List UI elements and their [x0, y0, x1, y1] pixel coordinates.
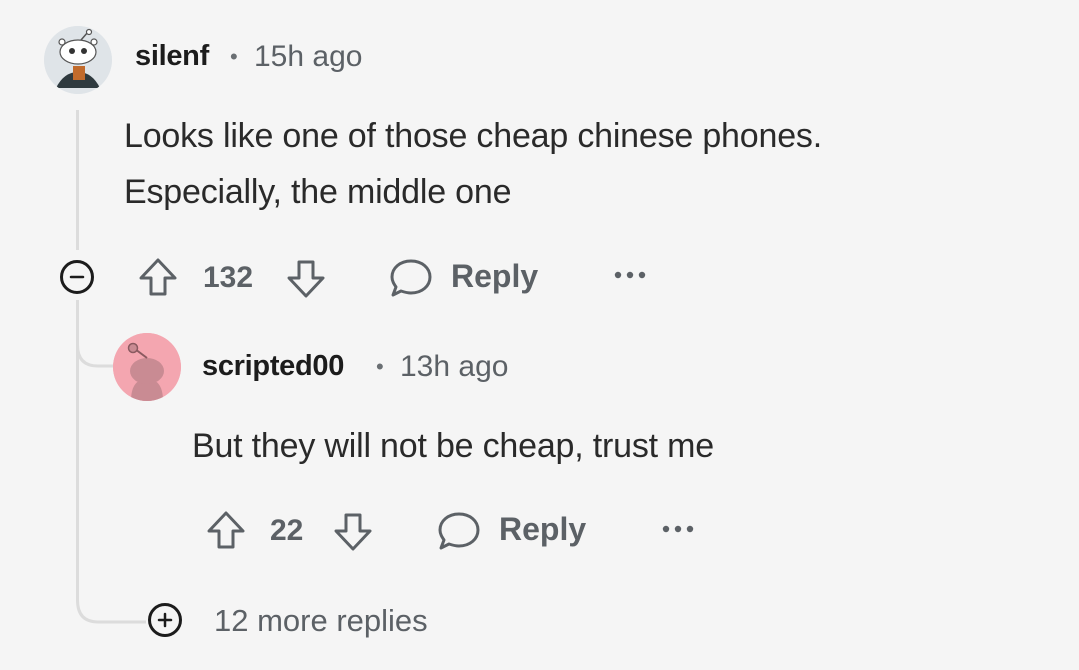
thread-branch-reply [76, 300, 116, 368]
ellipsis-icon [662, 525, 694, 533]
downvote-arrow-icon [334, 513, 372, 551]
reply-button[interactable]: Reply [388, 255, 548, 300]
expand-replies-button[interactable] [148, 603, 182, 637]
snoo-avatar-icon [44, 26, 112, 94]
reply-body: But they will not be cheap, trust me [192, 427, 714, 465]
snoo-avatar-icon [113, 333, 181, 401]
vote-count: 132 [203, 261, 254, 294]
plus-icon [157, 612, 173, 628]
upvote-arrow-icon [207, 511, 245, 549]
vote-count: 22 [270, 514, 304, 547]
comment-body-line: Looks like one of those cheap chinese ph… [124, 117, 822, 155]
downvote-arrow-icon [287, 260, 325, 298]
reply-avatar[interactable] [113, 333, 181, 401]
speech-bubble-icon [390, 259, 432, 297]
reply-label: Reply [451, 258, 539, 294]
separator-dot: • [376, 354, 384, 379]
more-replies-link[interactable]: 12 more replies [214, 603, 428, 639]
more-options-button[interactable] [610, 263, 650, 287]
upvote-button[interactable] [205, 509, 247, 551]
comment-username[interactable]: silenf [135, 40, 209, 73]
speech-bubble-icon [438, 512, 480, 550]
upvote-arrow-icon [139, 258, 177, 296]
downvote-button[interactable] [285, 258, 327, 300]
downvote-button[interactable] [332, 511, 374, 553]
reply-label: Reply [499, 511, 587, 547]
collapse-thread-button[interactable] [60, 260, 94, 294]
thread-branch-more [76, 560, 146, 624]
comment-body: Looks like one of those cheap chinese ph… [124, 108, 822, 220]
separator-dot: • [230, 44, 238, 69]
minus-icon [69, 275, 85, 279]
thread-line-main [76, 110, 79, 250]
avatar[interactable] [44, 26, 112, 94]
comment-timestamp: 15h ago [254, 40, 363, 73]
ellipsis-icon [614, 271, 646, 279]
reply-username[interactable]: scripted00 [202, 350, 344, 383]
comment-body-line: Especially, the middle one [124, 173, 512, 211]
reply-timestamp: 13h ago [400, 350, 509, 383]
more-options-button[interactable] [658, 517, 698, 541]
reply-button[interactable]: Reply [436, 508, 596, 553]
upvote-button[interactable] [137, 256, 179, 298]
